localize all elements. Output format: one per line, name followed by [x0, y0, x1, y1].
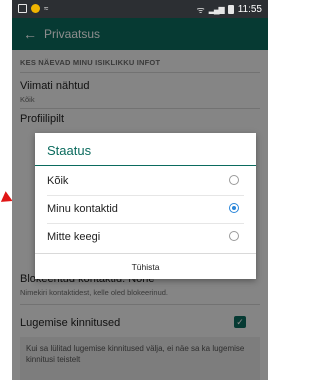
- cancel-button[interactable]: Tühista: [35, 254, 256, 280]
- dialog-title: Staatus: [47, 143, 92, 158]
- option-label: Mitte keegi: [47, 231, 101, 243]
- option-label: Minu kontaktid: [47, 203, 118, 215]
- dialog-footer: Tühista: [35, 253, 256, 280]
- option-everyone[interactable]: Kõik: [35, 167, 256, 195]
- radio-icon[interactable]: [229, 175, 239, 185]
- status-time: 11:55: [237, 4, 262, 15]
- image-notification-icon: [18, 4, 27, 13]
- radio-icon[interactable]: [229, 231, 239, 241]
- option-my-contacts[interactable]: Minu kontaktid: [35, 195, 256, 223]
- phone-screen: ≈ ᯤ ▂▄▆ 11:55 ← Privaatsus KES NÄEVAD MI…: [12, 0, 268, 380]
- status-dialog: Staatus Kõik Minu kontaktid Mitte keegi …: [35, 133, 256, 279]
- dialog-title-divider: [35, 165, 256, 166]
- annotation-arrow: [0, 191, 13, 207]
- wave-notification-icon: ≈: [44, 4, 49, 13]
- app-notification-icon: [31, 4, 40, 13]
- signal-icon: ▂▄▆: [208, 5, 225, 14]
- battery-icon: [227, 5, 234, 14]
- radio-selected-icon[interactable]: [229, 203, 239, 213]
- wifi-icon: ᯤ: [196, 5, 205, 15]
- status-bar: ≈ ᯤ ▂▄▆ 11:55: [12, 0, 268, 18]
- option-nobody[interactable]: Mitte keegi: [35, 223, 256, 251]
- option-label: Kõik: [47, 175, 69, 187]
